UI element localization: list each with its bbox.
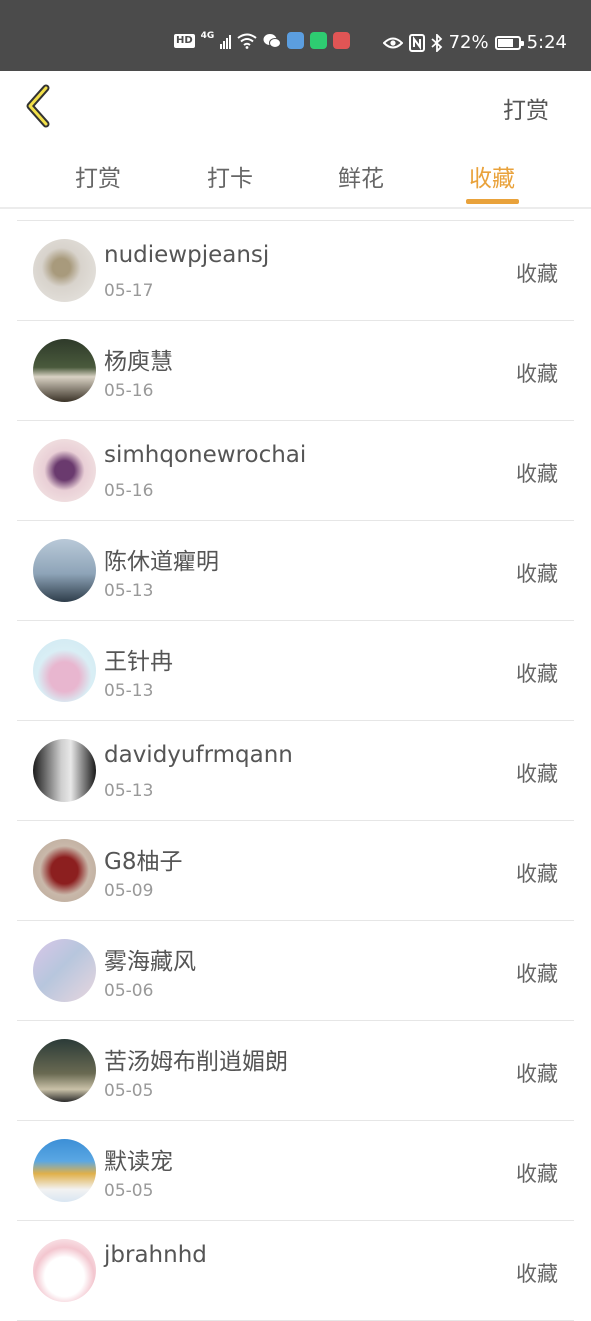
avatar[interactable] <box>33 739 96 802</box>
avatar[interactable] <box>33 839 96 902</box>
user-name: nudiewpjeansj <box>104 242 270 268</box>
favorites-list: nudiewpjeansj 05-17 收藏 杨庾慧 05-16 收藏 simh… <box>17 220 574 1321</box>
action-label: 收藏 <box>516 1262 558 1286</box>
avatar[interactable] <box>33 239 96 302</box>
chevron-left-icon <box>26 84 50 128</box>
favorite-date: 05-17 <box>104 281 154 301</box>
action-label: 收藏 <box>516 362 558 386</box>
list-item[interactable]: 默读宠 05-05 收藏 <box>17 1121 574 1221</box>
favorite-date: 05-05 <box>104 1081 154 1101</box>
bluetooth-icon <box>430 33 442 52</box>
list-item[interactable]: nudiewpjeansj 05-17 收藏 <box>17 221 574 321</box>
action-label: 收藏 <box>516 1062 558 1086</box>
list-item[interactable]: 陈休道癯明 05-13 收藏 <box>17 521 574 621</box>
action-label: 收藏 <box>516 762 558 786</box>
user-name: 雾海藏风 <box>104 949 196 975</box>
list-item[interactable]: 王针冉 05-13 收藏 <box>17 621 574 721</box>
tab-favorites[interactable]: 收藏 <box>452 159 532 193</box>
action-label: 收藏 <box>516 662 558 686</box>
tab-bar: 打赏 打卡 鲜花 收藏 <box>0 141 591 209</box>
list-item[interactable]: G8柚子 05-09 收藏 <box>17 821 574 921</box>
avatar[interactable] <box>33 1039 96 1102</box>
status-right: 72% 5:24 <box>382 32 567 53</box>
list-item[interactable]: jbrahnhd 收藏 <box>17 1221 574 1321</box>
user-name: 杨庾慧 <box>104 349 173 375</box>
top-nav-bar: 打赏 <box>0 71 591 141</box>
avatar[interactable] <box>33 639 96 702</box>
wechat-icon <box>263 33 282 48</box>
avatar[interactable] <box>33 539 96 602</box>
4g-signal-icon: 4G <box>200 31 215 41</box>
favorite-date: 05-06 <box>104 981 154 1001</box>
status-bar: HD 4G 72% 5:24 <box>0 0 591 71</box>
action-label: 收藏 <box>516 462 558 486</box>
favorite-date: 05-16 <box>104 481 154 501</box>
wifi-icon <box>237 33 257 49</box>
active-tab-indicator <box>466 199 519 204</box>
nfc-icon <box>408 33 425 52</box>
avatar[interactable] <box>33 1139 96 1202</box>
tab-flowers[interactable]: 鲜花 <box>321 159 401 193</box>
app-red-icon <box>333 32 351 49</box>
tab-checkin[interactable]: 打卡 <box>190 159 270 193</box>
action-label: 收藏 <box>516 962 558 986</box>
status-left-icons: HD 4G <box>174 31 351 49</box>
action-label: 收藏 <box>516 862 558 886</box>
app-green-chat-icon <box>310 32 328 49</box>
back-button[interactable] <box>20 83 60 129</box>
favorite-date: 05-13 <box>104 581 154 601</box>
avatar[interactable] <box>33 439 96 502</box>
favorite-date: 05-16 <box>104 381 154 401</box>
user-name: jbrahnhd <box>104 1242 207 1268</box>
battery-icon <box>494 35 524 50</box>
user-name: 王针冉 <box>104 649 173 675</box>
list-item[interactable]: 苦汤姆布削逍媚朗 05-05 收藏 <box>17 1021 574 1121</box>
list-item[interactable]: 雾海藏风 05-06 收藏 <box>17 921 574 1021</box>
favorite-date: 05-13 <box>104 681 154 701</box>
user-name: 苦汤姆布削逍媚朗 <box>104 1049 288 1075</box>
user-name: G8柚子 <box>104 849 183 875</box>
user-name: 默读宠 <box>104 1149 173 1175</box>
action-label: 收藏 <box>516 1162 558 1186</box>
favorite-date: 05-13 <box>104 781 154 801</box>
eye-icon <box>382 37 403 48</box>
favorite-date: 05-09 <box>104 881 154 901</box>
reward-link[interactable]: 打赏 <box>503 91 549 125</box>
user-name: davidyufrmqann <box>104 742 293 768</box>
battery-percent: 72% <box>448 32 489 53</box>
user-name: simhqonewrochai <box>104 442 307 468</box>
app-blue-icon <box>287 32 305 49</box>
action-label: 收藏 <box>516 562 558 586</box>
list-item[interactable]: davidyufrmqann 05-13 收藏 <box>17 721 574 821</box>
avatar[interactable] <box>33 339 96 402</box>
avatar[interactable] <box>33 939 96 1002</box>
signal-bars-icon <box>220 33 232 49</box>
avatar[interactable] <box>33 1239 96 1302</box>
favorite-date: 05-05 <box>104 1181 154 1201</box>
user-name: 陈休道癯明 <box>104 549 219 575</box>
tab-reward[interactable]: 打赏 <box>58 159 138 193</box>
list-item[interactable]: 杨庾慧 05-16 收藏 <box>17 321 574 421</box>
list-item[interactable]: simhqonewrochai 05-16 收藏 <box>17 421 574 521</box>
action-label: 收藏 <box>516 262 558 286</box>
clock: 5:24 <box>526 32 567 53</box>
hd-icon: HD <box>174 33 195 48</box>
